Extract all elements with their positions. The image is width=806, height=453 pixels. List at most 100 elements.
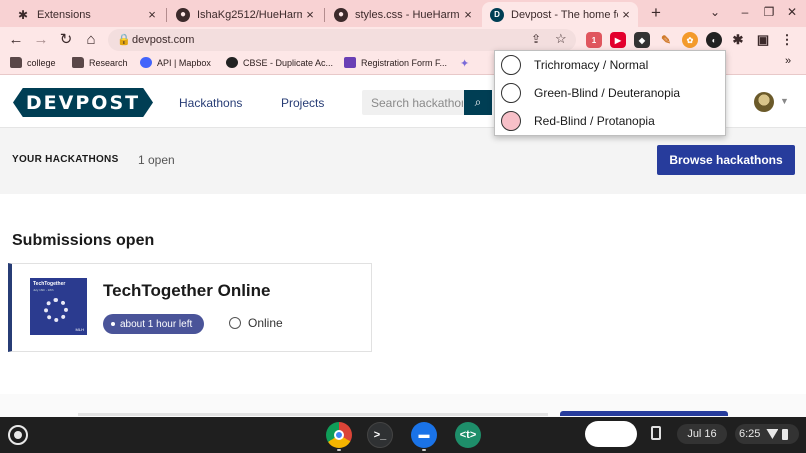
- tab-separator: [324, 8, 325, 22]
- tab-github-repo[interactable]: ● IshaKg2512/HueHarmony ×: [168, 2, 322, 27]
- close-icon[interactable]: ×: [460, 7, 476, 22]
- search-input[interactable]: Search hackathons: [371, 96, 463, 110]
- thumb-dates: July 16th - 18th: [33, 288, 54, 292]
- terminal-icon[interactable]: >_: [367, 422, 393, 448]
- more-bookmarks-icon[interactable]: »: [785, 55, 791, 67]
- launcher-icon[interactable]: [8, 425, 28, 445]
- pencil-extension-icon[interactable]: ✎: [658, 32, 674, 48]
- abp-extension-icon[interactable]: 1: [586, 32, 602, 48]
- hackathon-card[interactable]: TechTogether July 16th - 18th MLH TechTo…: [8, 263, 372, 352]
- option-protanopia[interactable]: Red-Blind / Protanopia: [501, 110, 655, 132]
- nav-projects[interactable]: Projects: [281, 96, 324, 110]
- devpost-icon: D: [490, 7, 504, 22]
- browse-hackathons-button[interactable]: Browse hackathons: [657, 145, 795, 175]
- option-label: Trichromacy / Normal: [534, 58, 649, 72]
- sparkle-icon[interactable]: ✦: [460, 57, 469, 70]
- close-icon[interactable]: ×: [144, 7, 160, 22]
- hueharmony-extension-icon[interactable]: ◐: [706, 32, 722, 48]
- hackathon-thumbnail: TechTogether July 16th - 18th MLH: [30, 278, 87, 335]
- github-icon: ●: [176, 7, 190, 22]
- gear-icon: [44, 298, 68, 322]
- bookmark-registration[interactable]: Registration Form F...: [344, 57, 447, 68]
- time-left-badge: about 1 hour left: [103, 314, 204, 334]
- github-icon: ●: [334, 7, 348, 22]
- search-icon[interactable]: ⌕: [464, 90, 492, 115]
- new-tab-icon[interactable]: +: [647, 4, 665, 22]
- url-text: devpost.com: [132, 34, 195, 46]
- tab-devpost[interactable]: D Devpost - The home for ha ×: [482, 2, 638, 27]
- tab-label: Extensions: [37, 8, 91, 21]
- date-tray[interactable]: Jul 16: [677, 424, 727, 444]
- logo-text: DEVPOST: [25, 91, 141, 114]
- bookmark-label: Registration Form F...: [361, 57, 448, 68]
- tab-search-icon[interactable]: ⌄: [706, 5, 724, 19]
- chevron-down-icon[interactable]: ▼: [780, 96, 789, 106]
- chrome-icon[interactable]: [326, 422, 352, 448]
- mapbox-icon: [140, 57, 152, 68]
- radio-circle[interactable]: [501, 111, 521, 131]
- text-editor-icon[interactable]: <t>: [455, 422, 481, 448]
- back-icon[interactable]: ←: [6, 30, 26, 50]
- bookmark-label: college: [27, 57, 56, 68]
- files-icon[interactable]: ▬: [411, 422, 437, 448]
- hackathon-name[interactable]: TechTogether Online: [103, 281, 271, 301]
- devpost-logo[interactable]: DEVPOST: [13, 88, 153, 117]
- dot-icon: [111, 322, 115, 326]
- clock-text: 6:25: [739, 428, 761, 440]
- share-icon[interactable]: ⇪: [531, 32, 541, 46]
- tab-strip: ✱ Extensions × ● IshaKg2512/HueHarmony ×…: [0, 0, 806, 27]
- form-icon: [344, 57, 356, 68]
- bookmark-star-icon[interactable]: ☆: [555, 31, 567, 47]
- tab-label: Devpost - The home for ha: [511, 8, 618, 21]
- avatar[interactable]: [754, 92, 774, 112]
- bookmark-college[interactable]: college: [10, 57, 56, 68]
- color-extension-icon[interactable]: ✿: [682, 32, 698, 48]
- youtube-extension-icon[interactable]: ▶: [610, 32, 626, 48]
- forward-icon[interactable]: →: [31, 30, 51, 50]
- site-search[interactable]: Search hackathons ⌕: [362, 90, 492, 115]
- extension-badge: 1: [591, 35, 597, 45]
- tab-separator: [166, 8, 167, 22]
- thumb-mlh: MLH: [75, 327, 84, 332]
- tab-github-styles[interactable]: ● styles.css - HueHarmony ×: [326, 2, 480, 27]
- menu-kebab-icon[interactable]: ⋮: [779, 32, 795, 48]
- bookmark-mapbox[interactable]: API | Mapbox: [140, 57, 211, 68]
- option-label: Red-Blind / Protanopia: [534, 114, 655, 128]
- radio-circle[interactable]: [501, 55, 521, 75]
- close-window-icon[interactable]: ✕: [783, 5, 801, 19]
- globe-icon: [229, 317, 241, 329]
- tray-avatars[interactable]: [585, 421, 637, 447]
- tab-extensions[interactable]: ✱ Extensions ×: [8, 2, 164, 27]
- option-label: Green-Blind / Deuteranopia: [534, 86, 681, 100]
- bookmark-label: CBSE - Duplicate Ac...: [243, 57, 334, 68]
- side-panel-icon[interactable]: ▣: [755, 32, 771, 48]
- phone-hub-icon[interactable]: [651, 426, 661, 440]
- address-bar[interactable]: 🔒 devpost.com ⇪ ☆: [108, 29, 576, 51]
- nav-hackathons[interactable]: Hackathons: [179, 96, 242, 110]
- your-hackathons-title: YOUR HACKATHONS: [12, 154, 119, 165]
- bookmark-label: Research: [89, 57, 128, 68]
- location: Online: [229, 316, 283, 330]
- option-trichromacy[interactable]: Trichromacy / Normal: [501, 54, 648, 76]
- ninja-extension-icon[interactable]: ◆: [634, 32, 650, 48]
- minimize-icon[interactable]: –: [736, 5, 754, 19]
- running-indicator: [337, 449, 341, 451]
- option-deuteranopia[interactable]: Green-Blind / Deuteranopia: [501, 82, 680, 104]
- lock-icon: 🔒: [117, 34, 131, 46]
- location-text: Online: [248, 316, 283, 330]
- radio-circle[interactable]: [501, 83, 521, 103]
- reload-icon[interactable]: ↻: [56, 30, 76, 50]
- extensions-puzzle-icon[interactable]: ✱: [730, 32, 746, 48]
- restore-icon[interactable]: ❐: [760, 5, 778, 19]
- close-icon[interactable]: ×: [618, 7, 634, 22]
- color-vision-popup: Trichromacy / Normal Green-Blind / Deute…: [494, 50, 726, 136]
- bookmark-cbse[interactable]: CBSE - Duplicate Ac...: [226, 57, 333, 68]
- bookmark-research[interactable]: Research: [72, 57, 128, 68]
- status-tray[interactable]: 6:25: [735, 424, 799, 444]
- running-indicator: [422, 449, 426, 451]
- home-icon[interactable]: ⌂: [81, 30, 101, 50]
- wifi-icon: [766, 429, 779, 439]
- close-icon[interactable]: ×: [302, 7, 318, 22]
- open-count: 1 open: [138, 153, 175, 167]
- puzzle-icon: ✱: [17, 7, 29, 22]
